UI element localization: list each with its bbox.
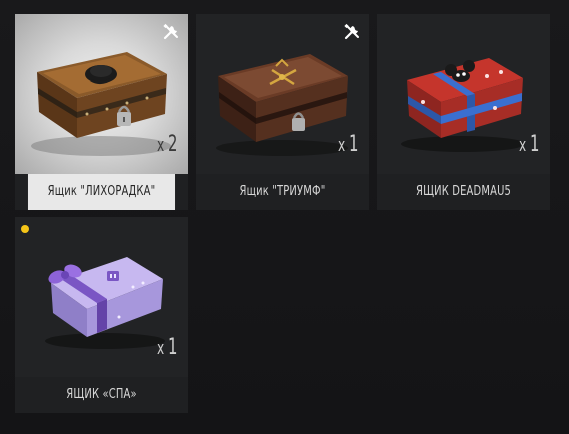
item-tile-triumf[interactable]: x1 Ящик "ТРИУМФ" [196,14,369,210]
new-item-dot [21,225,29,233]
item-label: ЯЩИК «СПА» [66,387,137,402]
item-count: x2 [156,132,178,157]
item-count: x1 [337,132,359,157]
item-tile-likhoradka[interactable]: x2 Ящик "ЛИХОРАДКА" [15,14,188,210]
wrench-screwdriver-icon [163,23,178,40]
item-label: Ящик "ЛИХОРАДКА" [27,174,176,210]
item-tile-spa[interactable]: x1 ЯЩИК «СПА» [15,217,188,413]
item-label: Ящик "ТРИУМФ" [239,184,326,199]
wrench-screwdriver-icon [344,23,359,40]
item-tile-deadmau5[interactable]: x1 ЯЩИК DEADMAU5 [377,14,550,210]
inventory-grid: x2 Ящик "ЛИХОРАДКА" x 1 Ящик "ТРИУМФ" x … [0,0,569,434]
item-label: ЯЩИК DEADMAU5 [415,184,512,199]
item-count: x1 [156,335,178,360]
item-count: x1 [518,132,540,157]
